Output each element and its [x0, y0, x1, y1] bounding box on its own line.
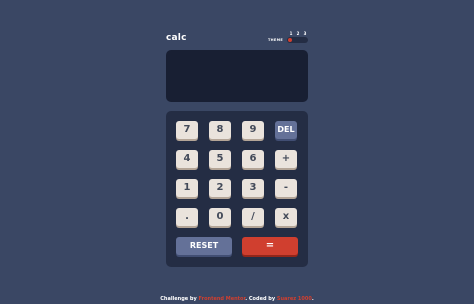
reset-button[interactable]: RESET [176, 237, 232, 255]
multiply-button[interactable]: x [275, 208, 297, 226]
theme-numbers: 1 2 3 [288, 31, 308, 36]
app-title: calc [166, 33, 187, 43]
plus-button[interactable]: + [275, 150, 297, 168]
key-7[interactable]: 7 [176, 121, 198, 139]
footer-suffix: . [311, 296, 314, 302]
key-5[interactable]: 5 [209, 150, 231, 168]
theme-option-2[interactable]: 2 [295, 31, 301, 36]
theme-toggle[interactable] [287, 37, 308, 43]
frontend-mentor-link[interactable]: Frontend Mentor [199, 296, 246, 302]
coder-link[interactable]: Suarez 1000 [277, 296, 312, 302]
minus-button[interactable]: - [275, 179, 297, 197]
key-3[interactable]: 3 [242, 179, 264, 197]
theme-option-1[interactable]: 1 [288, 31, 294, 36]
divide-button[interactable]: / [242, 208, 264, 226]
attribution-footer: Challenge by Frontend Mentor. Coded by S… [0, 296, 474, 302]
theme-option-3[interactable]: 3 [302, 31, 308, 36]
footer-middle: . Coded by [245, 296, 276, 302]
footer-prefix: Challenge by [160, 296, 197, 302]
keypad: 7 8 9 DEL 4 5 6 + 1 2 3 - . 0 / x RESET … [166, 111, 308, 267]
page: calc THEME 1 2 3 7 8 9 DEL 4 5 6 + 1 2 3… [0, 0, 474, 304]
display-screen [166, 50, 308, 102]
key-4[interactable]: 4 [176, 150, 198, 168]
theme-toggle-knob[interactable] [288, 38, 292, 42]
key-6[interactable]: 6 [242, 150, 264, 168]
calculator-header: calc THEME 1 2 3 [166, 31, 308, 45]
key-8[interactable]: 8 [209, 121, 231, 139]
key-1[interactable]: 1 [176, 179, 198, 197]
key-2[interactable]: 2 [209, 179, 231, 197]
theme-label: THEME [268, 38, 284, 42]
calculator: calc THEME 1 2 3 7 8 9 DEL 4 5 6 + 1 2 3… [166, 31, 308, 267]
key-0[interactable]: 0 [209, 208, 231, 226]
decimal-button[interactable]: . [176, 208, 198, 226]
theme-switcher: THEME 1 2 3 [268, 31, 308, 45]
delete-button[interactable]: DEL [275, 121, 297, 139]
equals-button[interactable]: = [242, 237, 298, 255]
key-9[interactable]: 9 [242, 121, 264, 139]
